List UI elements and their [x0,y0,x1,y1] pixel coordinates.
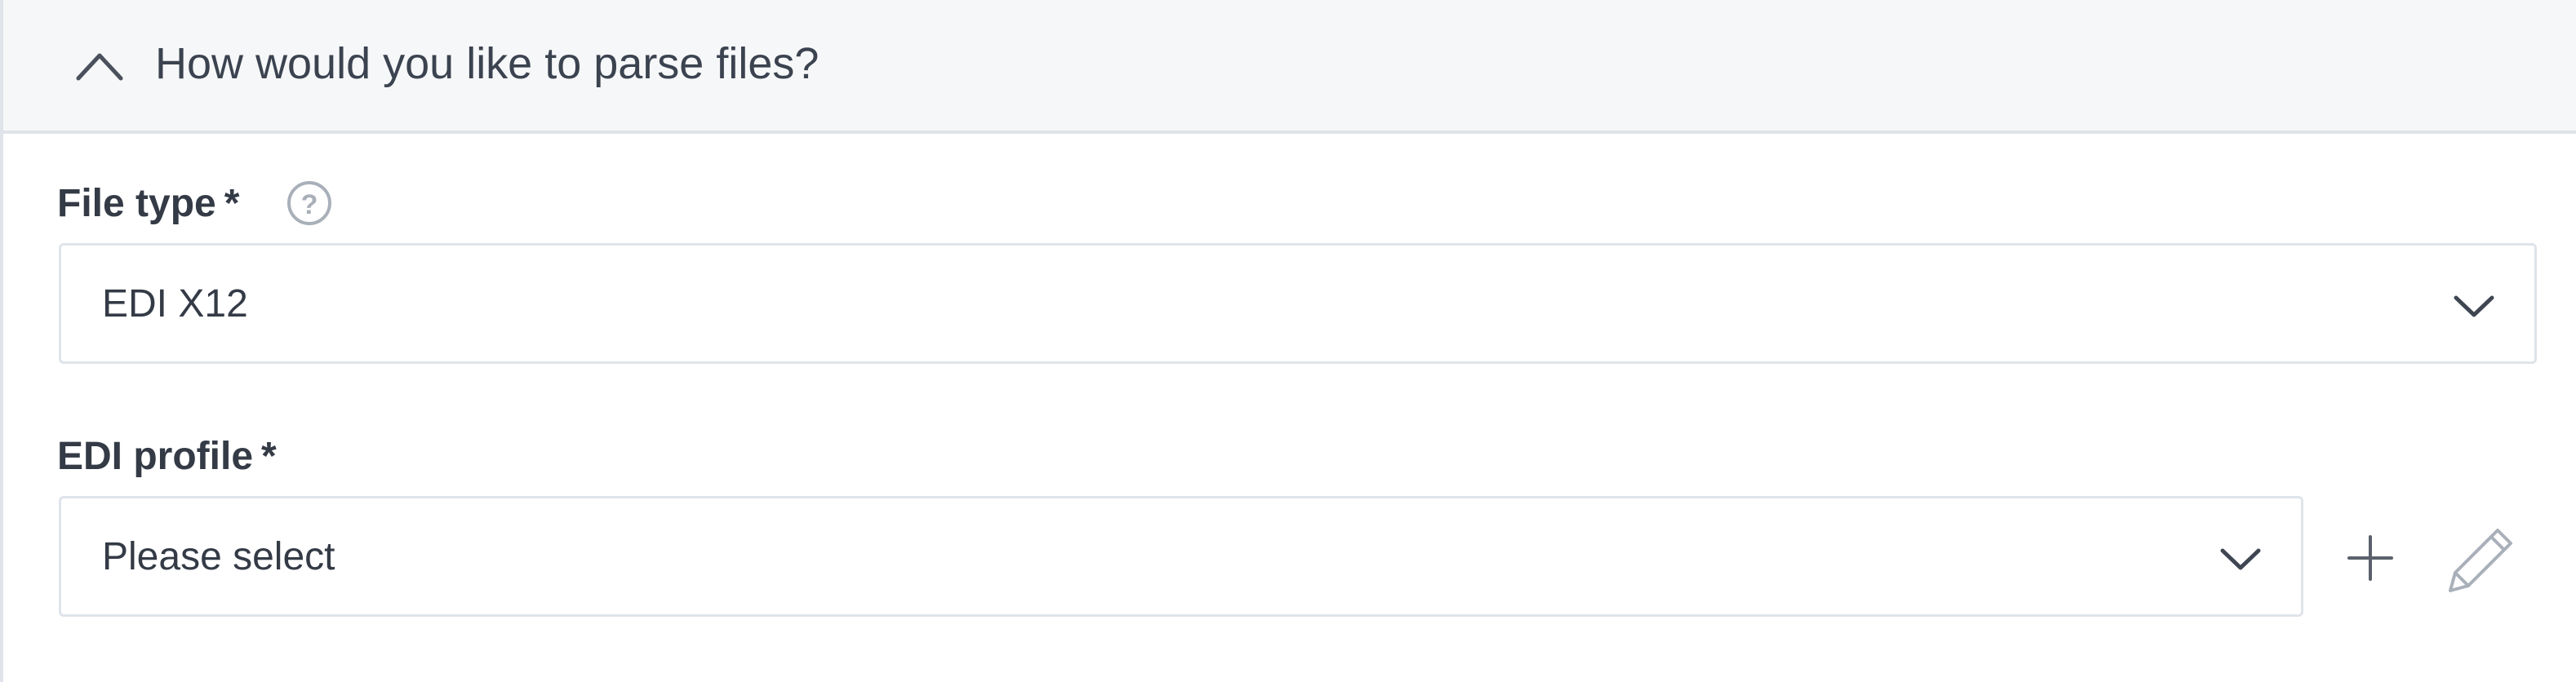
chevron-up-icon[interactable] [73,47,126,83]
file-type-label: File type * [57,179,239,228]
required-marker: * [261,435,277,478]
section-title: How would you like to parse files? [155,39,819,88]
file-type-select[interactable]: EDI X12 [59,243,2537,364]
edi-profile-select[interactable]: Please select [59,496,2303,617]
chevron-down-icon[interactable] [2453,293,2495,319]
section-header[interactable]: How would you like to parse files? [3,0,2576,134]
svg-text:?: ? [301,189,318,220]
edi-profile-label-text: EDI profile [57,435,254,478]
parse-files-panel: How would you like to parse files? File … [0,0,2576,682]
chevron-down-icon[interactable] [2219,546,2262,572]
pencil-icon[interactable] [2444,522,2519,597]
help-circle-icon[interactable]: ? [286,179,333,227]
edi-profile-label: EDI profile * [57,432,277,481]
file-type-label-text: File type [57,182,216,225]
edi-profile-selected-value: Please select [102,534,335,578]
file-type-selected-value: EDI X12 [102,281,248,326]
plus-icon[interactable] [2346,534,2395,582]
required-marker: * [224,182,240,225]
